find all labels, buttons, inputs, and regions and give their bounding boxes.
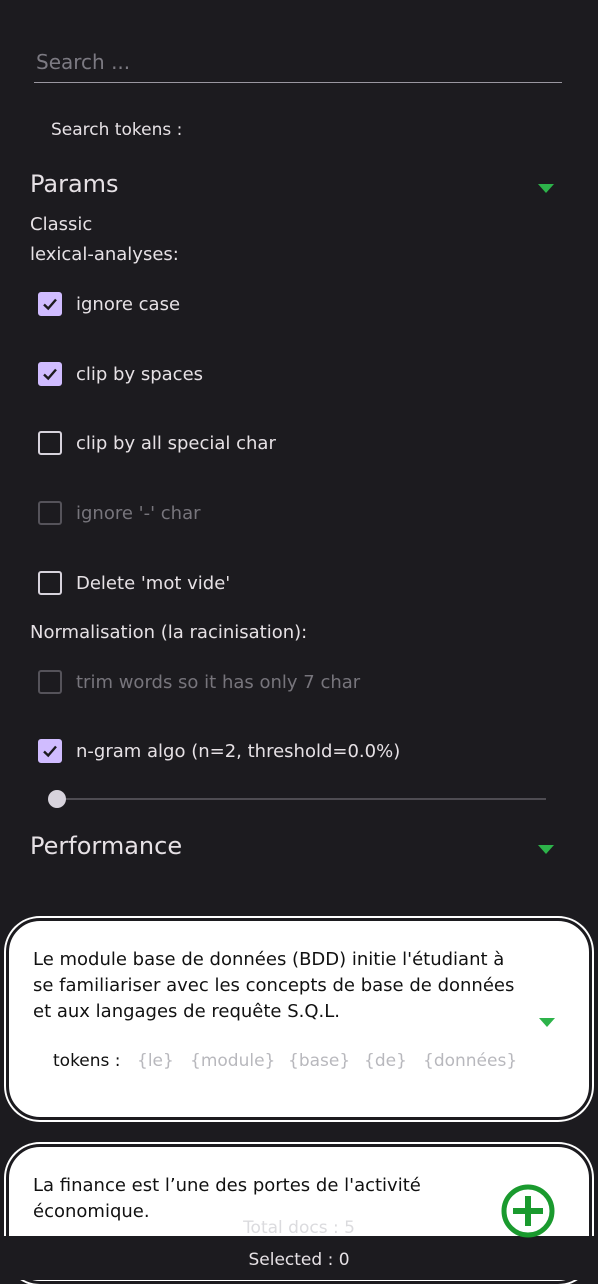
params-title: Params	[30, 170, 119, 198]
normalisation-label: Normalisation (la racinisation):	[30, 622, 308, 643]
search-field[interactable]	[34, 44, 566, 83]
option-label: clip by all special char	[76, 432, 276, 454]
option-ignore-case[interactable]: ignore case	[38, 290, 180, 318]
document-text: Le module base de données (BDD) initie l…	[33, 949, 515, 1022]
option-ngram[interactable]: n-gram algo (n=2, threshold=0.0%)	[38, 737, 400, 765]
option-label: n-gram algo (n=2, threshold=0.0%)	[76, 740, 401, 762]
option-ignore-dash: ignore '-' char	[38, 499, 201, 527]
token: {données}	[423, 1051, 518, 1071]
document-card[interactable]: Le module base de données (BDD) initie l…	[6, 918, 592, 1120]
token: {le}	[137, 1051, 174, 1071]
option-label: Delete 'mot vide'	[76, 572, 231, 594]
checkbox-disabled-icon	[38, 670, 62, 694]
checkbox-checked-icon[interactable]	[38, 292, 62, 316]
search-tokens-label: Search tokens :	[51, 120, 183, 140]
token: {module}	[190, 1051, 276, 1071]
params-expand-icon[interactable]	[538, 184, 554, 193]
threshold-slider-thumb[interactable]	[48, 790, 66, 808]
checkbox-checked-icon[interactable]	[38, 362, 62, 386]
checkbox-disabled-icon	[38, 501, 62, 525]
tokens-label: tokens :	[53, 1051, 121, 1071]
document-expand-icon[interactable]	[539, 1018, 555, 1027]
performance-title: Performance	[30, 832, 183, 860]
option-clip-by-spaces[interactable]: clip by spaces	[38, 360, 203, 388]
option-label: ignore '-' char	[76, 502, 201, 524]
classic-lexical-label: Classic lexical-analyses:	[30, 214, 179, 265]
threshold-slider[interactable]	[56, 798, 546, 800]
option-label: trim words so it has only 7 char	[76, 671, 361, 693]
checkbox-unchecked-icon[interactable]	[38, 571, 62, 595]
option-trim-words: trim words so it has only 7 char	[38, 668, 360, 696]
selected-count-label: Selected : 0	[248, 1250, 350, 1270]
option-delete-mot-vide[interactable]: Delete 'mot vide'	[38, 569, 230, 597]
performance-expand-icon[interactable]	[538, 845, 554, 854]
search-input[interactable]	[34, 44, 566, 80]
checkbox-checked-icon[interactable]	[38, 739, 62, 763]
checkbox-unchecked-icon[interactable]	[38, 431, 62, 455]
option-label: clip by spaces	[76, 363, 204, 385]
option-clip-special-char[interactable]: clip by all special char	[38, 429, 276, 457]
token: {de}	[364, 1051, 407, 1071]
option-label: ignore case	[76, 293, 181, 315]
token: {base}	[288, 1051, 351, 1071]
add-plus-icon[interactable]	[500, 1183, 556, 1239]
